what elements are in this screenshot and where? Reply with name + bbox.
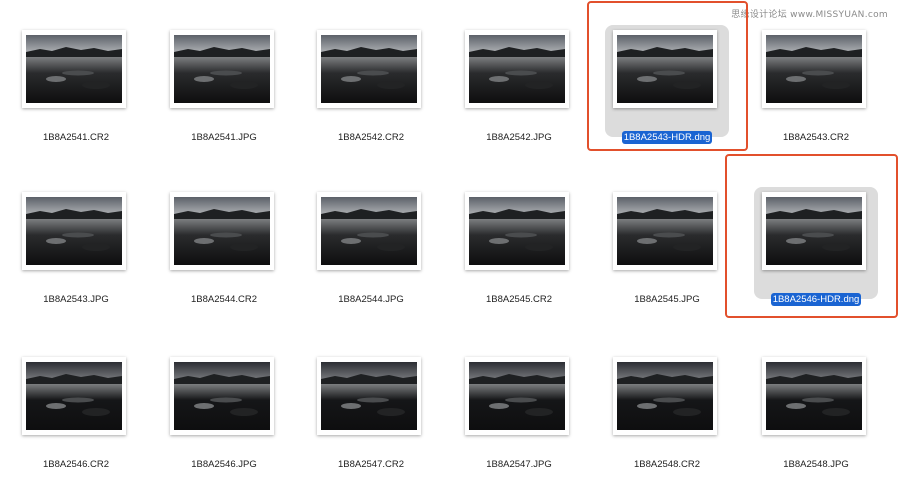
file-name-label[interactable]: 1B8A2541.CR2: [2, 132, 150, 143]
photo-thumbnail[interactable]: [170, 192, 274, 270]
file-name-text: 1B8A2543.JPG: [43, 294, 109, 305]
file-item[interactable]: 1B8A2545.CR2: [445, 172, 593, 332]
file-item[interactable]: 1B8A2541.CR2: [2, 10, 150, 170]
photo-thumbnail[interactable]: [613, 30, 717, 108]
file-name-label[interactable]: 1B8A2548.CR2: [593, 459, 741, 470]
file-name-text: 1B8A2544.JPG: [338, 294, 404, 305]
file-item[interactable]: 1B8A2546.CR2: [2, 337, 150, 497]
file-item[interactable]: 1B8A2546-HDR.dng: [742, 172, 890, 332]
file-name-label[interactable]: 1B8A2542.CR2: [297, 132, 445, 143]
file-name-text: 1B8A2542.CR2: [337, 132, 405, 143]
file-name-text: 1B8A2545.JPG: [634, 294, 700, 305]
file-name-text: 1B8A2547.CR2: [337, 459, 405, 470]
file-item[interactable]: 1B8A2542.JPG: [445, 10, 593, 170]
file-item[interactable]: 1B8A2543.CR2: [742, 10, 890, 170]
photo-thumbnail[interactable]: [762, 357, 866, 435]
file-name-label[interactable]: 1B8A2546.JPG: [150, 459, 298, 470]
photo-thumbnail[interactable]: [317, 357, 421, 435]
file-name-label[interactable]: 1B8A2547.CR2: [297, 459, 445, 470]
photo-thumbnail[interactable]: [613, 357, 717, 435]
file-name-label[interactable]: 1B8A2542.JPG: [445, 132, 593, 143]
file-name-label[interactable]: 1B8A2544.JPG: [297, 294, 445, 305]
file-name-text: 1B8A2543-HDR.dng: [621, 131, 713, 144]
photo-thumbnail[interactable]: [317, 192, 421, 270]
file-name-label[interactable]: 1B8A2545.JPG: [593, 294, 741, 305]
photo-thumbnail[interactable]: [762, 30, 866, 108]
file-item[interactable]: 1B8A2546.JPG: [150, 337, 298, 497]
file-item[interactable]: 1B8A2543.JPG: [2, 172, 150, 332]
file-item[interactable]: 1B8A2544.JPG: [297, 172, 445, 332]
file-name-text: 1B8A2546.CR2: [42, 459, 110, 470]
file-name-label[interactable]: 1B8A2548.JPG: [742, 459, 890, 470]
file-item[interactable]: 1B8A2547.JPG: [445, 337, 593, 497]
file-name-label[interactable]: 1B8A2543.JPG: [2, 294, 150, 305]
file-name-label[interactable]: 1B8A2545.CR2: [445, 294, 593, 305]
photo-thumbnail[interactable]: [613, 192, 717, 270]
photo-thumbnail[interactable]: [317, 30, 421, 108]
file-name-text: 1B8A2544.CR2: [190, 294, 258, 305]
file-item[interactable]: 1B8A2548.CR2: [593, 337, 741, 497]
file-name-text: 1B8A2548.JPG: [783, 459, 849, 470]
file-name-text: 1B8A2543.CR2: [782, 132, 850, 143]
photo-thumbnail[interactable]: [22, 30, 126, 108]
file-name-text: 1B8A2548.CR2: [633, 459, 701, 470]
photo-thumbnail[interactable]: [762, 192, 866, 270]
file-name-label[interactable]: 1B8A2543.CR2: [742, 132, 890, 143]
file-name-text: 1B8A2546-HDR.dng: [770, 293, 862, 306]
file-name-label[interactable]: 1B8A2541.JPG: [150, 132, 298, 143]
file-name-text: 1B8A2541.CR2: [42, 132, 110, 143]
file-item[interactable]: 1B8A2547.CR2: [297, 337, 445, 497]
photo-thumbnail[interactable]: [465, 357, 569, 435]
file-name-text: 1B8A2545.CR2: [485, 294, 553, 305]
file-item[interactable]: 1B8A2548.JPG: [742, 337, 890, 497]
photo-thumbnail[interactable]: [22, 357, 126, 435]
file-name-text: 1B8A2547.JPG: [486, 459, 552, 470]
file-name-label[interactable]: 1B8A2546-HDR.dng: [742, 293, 890, 306]
file-name-label[interactable]: 1B8A2546.CR2: [2, 459, 150, 470]
photo-thumbnail[interactable]: [170, 357, 274, 435]
file-name-text: 1B8A2546.JPG: [191, 459, 257, 470]
photo-thumbnail[interactable]: [465, 192, 569, 270]
file-name-label[interactable]: 1B8A2543-HDR.dng: [593, 131, 741, 144]
file-name-text: 1B8A2541.JPG: [191, 132, 257, 143]
photo-thumbnail[interactable]: [465, 30, 569, 108]
file-item[interactable]: 1B8A2542.CR2: [297, 10, 445, 170]
photo-thumbnail[interactable]: [170, 30, 274, 108]
file-item[interactable]: 1B8A2544.CR2: [150, 172, 298, 332]
file-name-label[interactable]: 1B8A2544.CR2: [150, 294, 298, 305]
file-item[interactable]: 1B8A2543-HDR.dng: [593, 10, 741, 170]
photo-thumbnail[interactable]: [22, 192, 126, 270]
file-item[interactable]: 1B8A2541.JPG: [150, 10, 298, 170]
file-item[interactable]: 1B8A2545.JPG: [593, 172, 741, 332]
file-name-label[interactable]: 1B8A2547.JPG: [445, 459, 593, 470]
file-name-text: 1B8A2542.JPG: [486, 132, 552, 143]
